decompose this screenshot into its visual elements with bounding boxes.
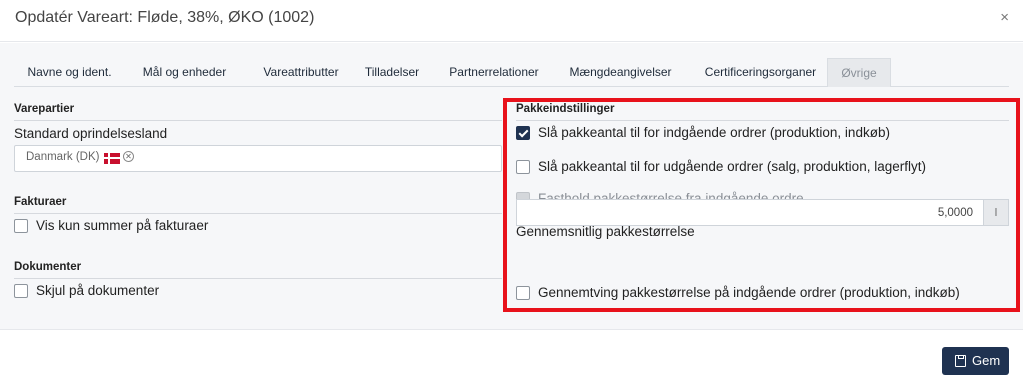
divider: [14, 278, 502, 279]
vis-kun-summer-checkbox[interactable]: [14, 219, 28, 233]
pakkeantal-udgaaende-checkbox[interactable]: [516, 160, 530, 174]
varepartier-title: Varepartier: [14, 103, 75, 115]
close-icon[interactable]: ×: [1000, 9, 1009, 26]
tab-certificeringsorganer[interactable]: Certificeringsorganer: [692, 58, 829, 87]
tab-maal-og-enheder[interactable]: Mål og enheder: [132, 58, 237, 87]
pakkeindstillinger-title: Pakkeindstillinger: [516, 103, 615, 115]
save-button[interactable]: Gem: [942, 347, 1009, 375]
skjul-paa-dokumenter-checkbox[interactable]: [14, 284, 28, 298]
pakkeantal-udgaaende-label[interactable]: Slå pakkeantal til for udgående ordrer (…: [538, 159, 926, 174]
avg-package-size-input[interactable]: 5,0000: [516, 199, 983, 226]
danish-flag-icon: [104, 153, 120, 164]
gennemtving-pakkestoerrelse-label[interactable]: Gennemtving pakkestørrelse på indgående …: [538, 285, 960, 300]
divider: [14, 213, 502, 214]
pakkeantal-indgaaende-label[interactable]: Slå pakkeantal til for indgående ordrer …: [538, 125, 890, 140]
remove-tag-icon[interactable]: ✕: [123, 151, 134, 162]
tab-tilladelser[interactable]: Tilladelser: [359, 58, 425, 87]
dialog-header: Opdatér Vareart: Fløde, 38%, ØKO (1002) …: [0, 0, 1023, 42]
origin-tag: Danmark (DK): [26, 151, 100, 163]
dokumenter-title: Dokumenter: [14, 261, 82, 273]
divider: [14, 120, 502, 121]
tab-oevrige[interactable]: Øvrige: [827, 58, 891, 87]
tab-partnerrelationer[interactable]: Partnerrelationer: [440, 58, 548, 87]
divider: [516, 120, 1009, 121]
unit-addon: l: [983, 199, 1009, 226]
pakkeantal-indgaaende-checkbox[interactable]: [516, 126, 530, 140]
tab-maengdeangivelser[interactable]: Mængdeangivelser: [562, 58, 679, 87]
gennemtving-pakkestoerrelse-checkbox[interactable]: [516, 286, 530, 300]
dialog-title: Opdatér Vareart: Fløde, 38%, ØKO (1002): [15, 9, 315, 26]
origin-label: Standard oprindelsesland: [14, 126, 168, 141]
floppy-disk-icon: [955, 355, 966, 367]
save-button-label: Gem: [972, 353, 1001, 368]
tab-vareattributter[interactable]: Vareattributter: [246, 58, 356, 87]
fakturaer-title: Fakturaer: [14, 196, 67, 208]
tab-navne-og-ident[interactable]: Navne og ident.: [17, 58, 122, 87]
origin-country-select[interactable]: Danmark (DK) ✕: [14, 145, 502, 172]
vis-kun-summer-label[interactable]: Vis kun summer på fakturaer: [36, 218, 208, 233]
skjul-paa-dokumenter-label[interactable]: Skjul på dokumenter: [36, 283, 159, 298]
tab-bar: Navne og ident. Mål og enheder Vareattri…: [14, 58, 1009, 87]
dialog-body: Navne og ident. Mål og enheder Vareattri…: [0, 43, 1023, 330]
avg-size-label: Gennemsnitlig pakkestørrelse: [516, 224, 695, 239]
